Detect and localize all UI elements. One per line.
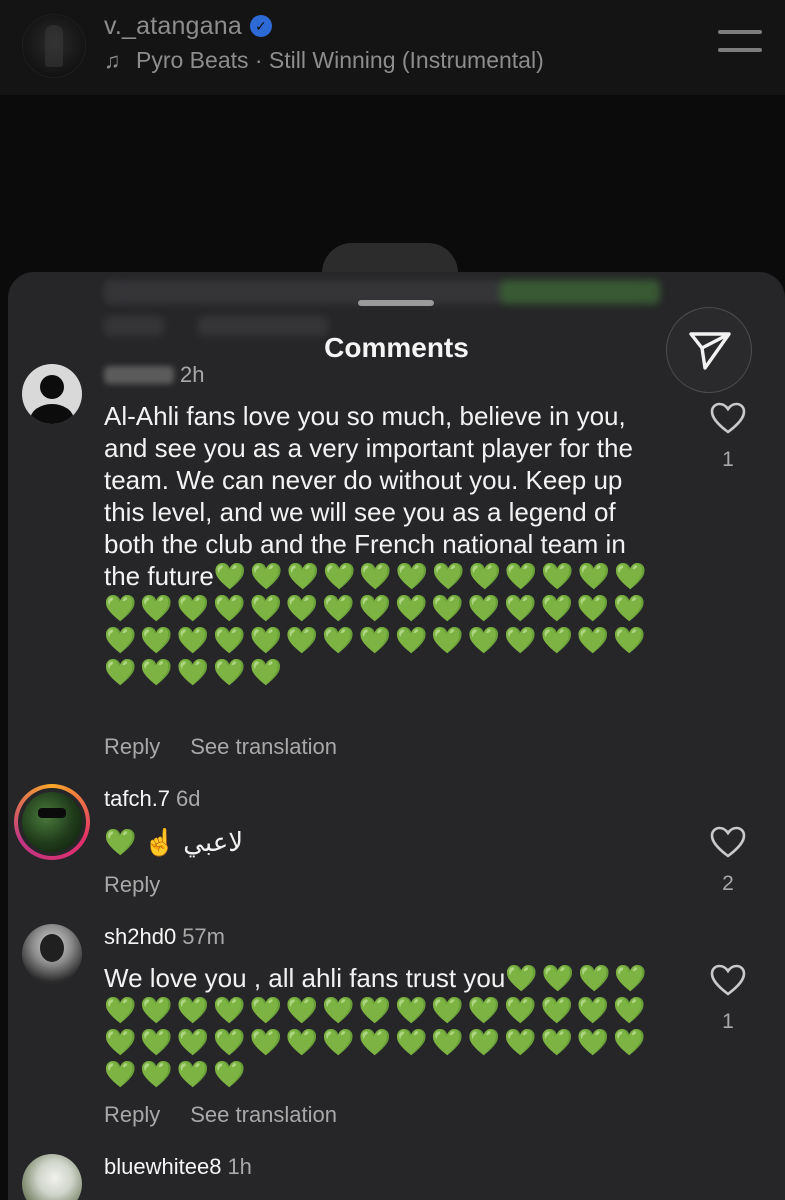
like-button[interactable]: 2 — [708, 826, 748, 896]
blurred-content — [104, 280, 504, 304]
heart-outline-icon — [710, 402, 746, 434]
music-title: Pyro Beats · Still Winning (Instrumental… — [136, 47, 544, 73]
heart-outline-icon — [710, 964, 746, 996]
comment-time: 6d — [176, 786, 201, 811]
comment-text: We love you , all ahli fans trust you💚💚💚… — [104, 962, 664, 1090]
reply-button[interactable]: Reply — [104, 1102, 160, 1127]
share-button[interactable] — [666, 307, 752, 393]
music-note-icon: ♫ — [104, 48, 121, 73]
comments-sheet: Comments 2h Al-Ahli fans love you so muc… — [8, 272, 785, 1200]
comment-time: 1h — [227, 1154, 252, 1179]
reply-button[interactable]: Reply — [104, 872, 160, 897]
comment-text: 💚 ☝️ لاعبي — [104, 827, 244, 857]
like-count: 2 — [722, 872, 734, 895]
sheet-drag-handle[interactable] — [358, 300, 434, 306]
author-username-text: v._atangana — [104, 12, 242, 40]
blurred-username — [104, 366, 174, 384]
music-attribution[interactable]: ♫ Pyro Beats · Still Winning (Instrumenta… — [104, 47, 544, 74]
comment-time: 2h — [180, 362, 205, 387]
reel-header: v._atangana ✓ ♫ Pyro Beats · Still Winning… — [0, 0, 785, 95]
send-icon — [689, 332, 731, 370]
like-count: 1 — [722, 448, 734, 471]
see-translation-button[interactable]: See translation — [190, 1102, 337, 1127]
comment-text: Al-Ahli fans love you so much, believe i… — [104, 400, 664, 688]
comment-header: tafch.7 6d — [104, 786, 201, 812]
avatar[interactable] — [22, 924, 82, 984]
verified-badge-icon: ✓ — [249, 15, 272, 37]
avatar[interactable] — [14, 784, 90, 860]
comment-header: 2h — [104, 362, 204, 388]
comment-header: sh2hd0 57m — [104, 924, 225, 950]
comment-actions: Reply — [104, 872, 190, 898]
like-button[interactable]: 1 — [708, 402, 748, 472]
comment-header: bluewhitee8 1h — [104, 1154, 252, 1180]
comment-username[interactable]: bluewhitee8 — [104, 1154, 221, 1179]
comment-username[interactable]: tafch.7 — [104, 786, 170, 811]
heart-outline-icon — [710, 826, 746, 858]
author-username[interactable]: v._atangana ✓ — [104, 12, 272, 41]
comment-actions: Reply See translation — [104, 1102, 367, 1128]
like-button[interactable]: 1 — [708, 964, 748, 1034]
menu-icon[interactable] — [718, 30, 762, 54]
comment-username[interactable]: sh2hd0 — [104, 924, 176, 949]
avatar[interactable] — [22, 364, 82, 424]
reply-button[interactable]: Reply — [104, 734, 160, 759]
see-translation-button[interactable]: See translation — [190, 734, 337, 759]
comment-actions: Reply See translation — [104, 734, 367, 760]
author-avatar[interactable] — [22, 14, 86, 78]
avatar[interactable] — [22, 1154, 82, 1200]
like-count: 1 — [722, 1010, 734, 1033]
comment-time: 57m — [182, 924, 225, 949]
blurred-content — [500, 280, 660, 304]
comment-text-body: We love you , all ahli fans trust you — [104, 963, 506, 993]
